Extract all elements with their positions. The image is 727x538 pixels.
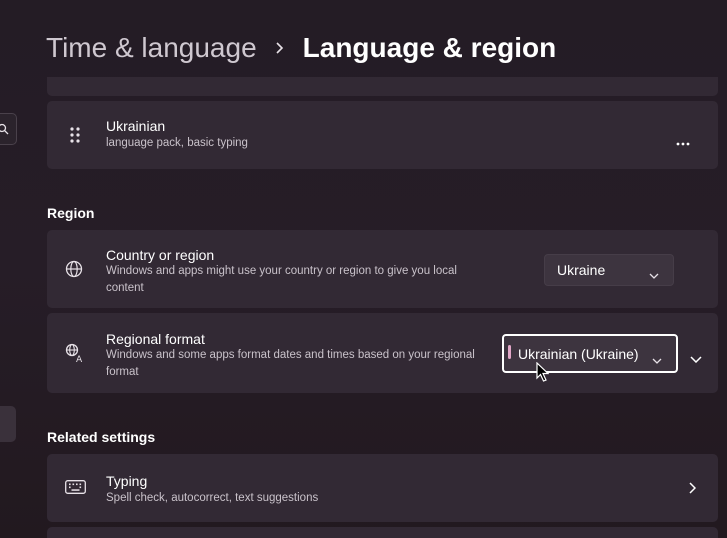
language-detail: language pack, basic typing [106,137,248,149]
settings-page: Time & language Language & region Ukrain… [0,0,727,538]
country-region-card: Country or region Windows and apps might… [47,230,718,308]
regional-format-title: Regional format [106,331,205,347]
globe-icon [65,260,83,283]
country-region-description: Windows and apps might use your country … [106,265,457,294]
related-settings-heading: Related settings [47,429,156,445]
country-region-dropdown[interactable]: Ukraine [544,254,674,286]
svg-text:A: A [76,355,83,363]
breadcrumb: Time & language Language & region [46,28,556,68]
typing-description: Spell check, autocorrect, text suggestio… [106,492,319,504]
expand-chevron-icon[interactable] [690,350,702,368]
regional-format-value: Ukrainian (Ukraine) [518,345,639,362]
language-item-previous[interactable] [47,77,718,96]
related-settings-next-item[interactable] [47,527,718,538]
page-title: Language & region [302,32,557,63]
drag-handle-icon[interactable] [69,126,81,149]
sidebar-selected-item[interactable] [0,406,16,442]
breadcrumb-parent[interactable]: Time & language [46,32,257,64]
country-region-title: Country or region [106,247,215,263]
more-icon[interactable] [676,133,690,151]
chevron-right-icon [275,41,285,55]
regional-format-dropdown[interactable]: Ukrainian (Ukraine) [502,334,678,373]
language-format-icon: A [65,343,85,368]
chevron-right-icon [689,481,697,499]
mouse-cursor-icon [536,361,550,387]
region-heading: Region [47,205,95,221]
regional-format-card[interactable]: A Regional format Windows and some apps … [47,313,718,393]
search-icon [0,123,9,135]
chevron-down-icon [649,266,659,282]
language-name: Ukrainian [106,118,166,134]
sidebar-search-box[interactable] [0,113,17,145]
keyboard-icon [65,480,86,499]
chevron-down-icon [652,351,662,367]
typing-card[interactable]: Typing Spell check, autocorrect, text su… [47,454,718,522]
typing-title: Typing [106,473,148,489]
country-region-value: Ukraine [557,262,606,278]
regional-format-description: Windows and some apps format dates and t… [106,349,475,378]
focus-accent [508,345,511,359]
language-item-ukrainian[interactable]: Ukrainian language pack, basic typing [47,101,718,169]
